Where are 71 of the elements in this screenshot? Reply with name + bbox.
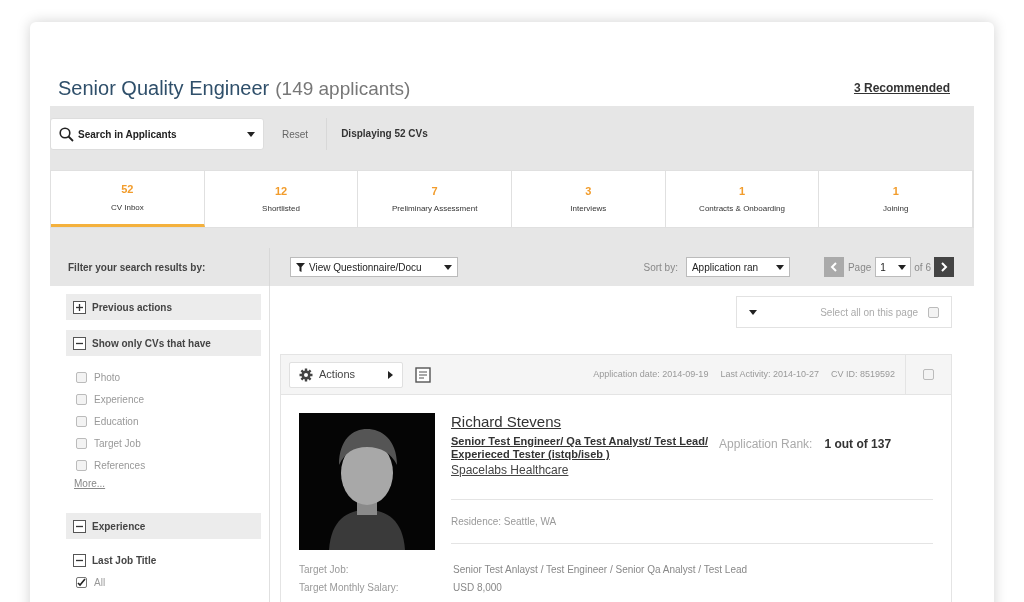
job-title: Senior Quality Engineer [58, 75, 270, 101]
checkbox[interactable] [76, 393, 87, 405]
residence: Residence: Seattle, WA [451, 515, 558, 529]
detail-label: Target Job: [299, 563, 350, 577]
filter-option: Target Job [94, 435, 141, 451]
next-page-button[interactable] [934, 257, 954, 277]
caret-icon [749, 309, 757, 315]
candidate-name[interactable]: Richard Stevens [451, 413, 933, 431]
filter-option: References [94, 457, 146, 473]
more-link[interactable]: More... [74, 476, 106, 491]
sort-select[interactable]: Application ran [685, 257, 790, 277]
stage-tab[interactable]: 12 Shortlisted [204, 171, 359, 227]
filter-section-header[interactable]: Show only CVs that have [66, 330, 261, 356]
gear-icon [299, 367, 313, 382]
page-total: of 6 [914, 260, 931, 275]
minus-icon[interactable] [73, 336, 86, 350]
caret-icon [247, 131, 255, 137]
checkbox[interactable] [923, 369, 934, 380]
minus-icon[interactable] [73, 519, 86, 533]
caret-icon [775, 264, 784, 270]
filter-section-header[interactable]: Previous actions [66, 294, 261, 320]
checkbox[interactable] [76, 459, 87, 471]
rank-label: Application Rank: [719, 436, 813, 453]
candidate-headline[interactable]: Senior Test Engineer/ Qa Test Analyst/ Test Lead/ Experieced Tester (istqb/iseb ) [451, 435, 713, 461]
page-select[interactable]: 1 [875, 257, 912, 277]
application-date: Application date: 2014-09-19 [593, 367, 709, 381]
filter-option: All [94, 574, 106, 590]
checkbox[interactable] [76, 415, 87, 427]
caret-icon [444, 264, 452, 270]
filter-subheading: Last Job Title [92, 553, 157, 568]
chevron-left-icon [830, 262, 838, 272]
note-icon[interactable] [415, 366, 431, 383]
reset-button[interactable]: Reset [278, 118, 313, 150]
search-field[interactable]: Search in Applicants [50, 118, 264, 150]
detail-value: Senior Test Anlayst / Test Engineer / Senior Qa Analyst / Test Lead [453, 563, 748, 577]
filter-option: Photo [94, 369, 121, 385]
applicant-count: (149 applicants) [275, 76, 411, 101]
last-activity: Last Activity: 2014-10-27 [720, 367, 819, 381]
sort-label: Sort by: [643, 260, 678, 275]
checkbox[interactable] [76, 371, 87, 383]
filter-section-header[interactable]: Experience [66, 513, 261, 539]
filter-icon [296, 262, 305, 272]
filter-heading: Filter your search results by: [68, 260, 206, 275]
stage-tab[interactable]: 7 Preliminary Assessment [358, 171, 512, 227]
caret-icon [898, 264, 907, 270]
search-input[interactable]: Search in Applicants [78, 126, 243, 142]
rank-value: 1 out of 137 [824, 436, 892, 453]
company-link[interactable]: Spacelabs Healthcare [451, 461, 569, 479]
cv-id: CV ID: 8519592 [830, 367, 895, 381]
plus-icon[interactable] [73, 300, 86, 314]
checkbox[interactable] [76, 576, 87, 588]
chevron-right-icon [940, 262, 948, 272]
detail-label: Target Monthly Salary: [299, 581, 400, 595]
status-text: Displaying 52 CVs [341, 127, 428, 141]
detail-value: USD 8,000 [453, 581, 502, 595]
checkbox[interactable] [76, 437, 87, 449]
minus-icon[interactable] [73, 553, 86, 567]
page-label: Page [847, 260, 872, 275]
stage-tab[interactable]: 1 Contracts & Onboarding [665, 171, 820, 227]
recommended-link[interactable]: 3 Recommended [853, 79, 950, 97]
view-select[interactable]: View Questionnaire/Docu [290, 257, 458, 277]
checkbox[interactable] [928, 306, 939, 318]
select-all-label: Select all on this page [820, 305, 918, 320]
caret-icon [388, 370, 393, 379]
stage-tab[interactable]: 52 CV Inbox [51, 171, 205, 227]
actions-button[interactable]: Actions [289, 361, 403, 388]
search-icon [59, 126, 74, 142]
stage-tab[interactable]: 3 Interviews [512, 171, 666, 227]
filter-option: Education [94, 413, 139, 429]
filter-option: Experience [94, 391, 145, 407]
stage-tab[interactable]: 1 Joining [819, 171, 974, 227]
